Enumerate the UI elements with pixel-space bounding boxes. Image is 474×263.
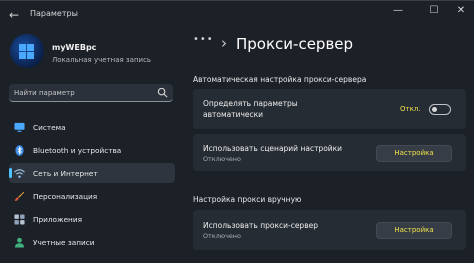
windows-logo-icon (19, 44, 34, 59)
search-box[interactable] (9, 84, 173, 102)
card-title: автоматически (203, 110, 264, 119)
chevron-right-icon: › (221, 34, 227, 52)
sidebar-item-personalization[interactable]: Персонализация (9, 186, 175, 206)
account-type: Локальная учетная запись (52, 56, 152, 64)
breadcrumb-more-button[interactable]: ••• (193, 34, 214, 45)
wifi-icon (14, 169, 25, 178)
sidebar-item-bluetooth[interactable]: Bluetooth и устройства (9, 140, 175, 160)
search-input[interactable] (14, 86, 154, 99)
app-title: Параметры (30, 9, 78, 18)
page-title: Прокси-сервер (236, 35, 354, 53)
detect-settings-card: Определять параметры автоматически Откл. (193, 89, 466, 129)
close-button[interactable]: ✕ (451, 4, 471, 18)
person-icon (14, 237, 25, 248)
title-bar: ← Параметры — ☐ ✕ (0, 0, 474, 30)
sidebar-item-label: Bluetooth и устройства (33, 146, 122, 155)
user-name: myWEBpc (52, 43, 97, 52)
back-arrow-icon[interactable]: ← (9, 8, 19, 22)
status-text: Отключено (203, 232, 241, 240)
manual-proxy-card: Использовать прокси-сервер Отключено Нас… (193, 210, 466, 250)
bluetooth-icon (15, 145, 24, 156)
search-icon (157, 87, 168, 98)
manual-proxy-setup-button[interactable]: Настройка (376, 222, 452, 239)
avatar[interactable] (10, 34, 44, 68)
sidebar-item-label: Сеть и Интернет (33, 169, 98, 178)
section-title-auto: Автоматическая настройка прокси-сервера (193, 75, 367, 84)
monitor-icon (14, 122, 25, 132)
sidebar-item-label: Учетные записи (33, 238, 95, 247)
sidebar-item-system[interactable]: Система (9, 117, 175, 137)
setup-script-card: Использовать сценарий настройки Отключен… (193, 134, 466, 171)
section-title-manual: Настройка прокси вручную (193, 195, 302, 204)
sidebar-item-label: Приложения (33, 215, 82, 224)
sidebar-item-accounts[interactable]: Учетные записи (9, 232, 175, 252)
brush-icon (14, 191, 25, 202)
active-indicator (9, 168, 12, 178)
apps-icon (14, 214, 25, 225)
minimize-button[interactable]: — (388, 4, 408, 18)
maximize-button[interactable]: ☐ (424, 4, 444, 18)
card-title: Использовать сценарий настройки (203, 144, 343, 153)
setup-script-button[interactable]: Настройка (376, 145, 452, 162)
toggle-knob (432, 107, 437, 112)
card-title: Использовать прокси-сервер (203, 221, 318, 230)
sidebar-item-label: Персонализация (33, 192, 98, 201)
sidebar-item-apps[interactable]: Приложения (9, 209, 175, 229)
toggle-state-label: Откл. (400, 105, 421, 113)
sidebar-item-label: Система (33, 123, 66, 132)
card-title: Определять параметры (203, 99, 298, 108)
status-text: Отключено (203, 155, 241, 163)
auto-detect-toggle[interactable] (429, 104, 451, 115)
sidebar-item-network[interactable]: Сеть и Интернет (9, 163, 175, 183)
